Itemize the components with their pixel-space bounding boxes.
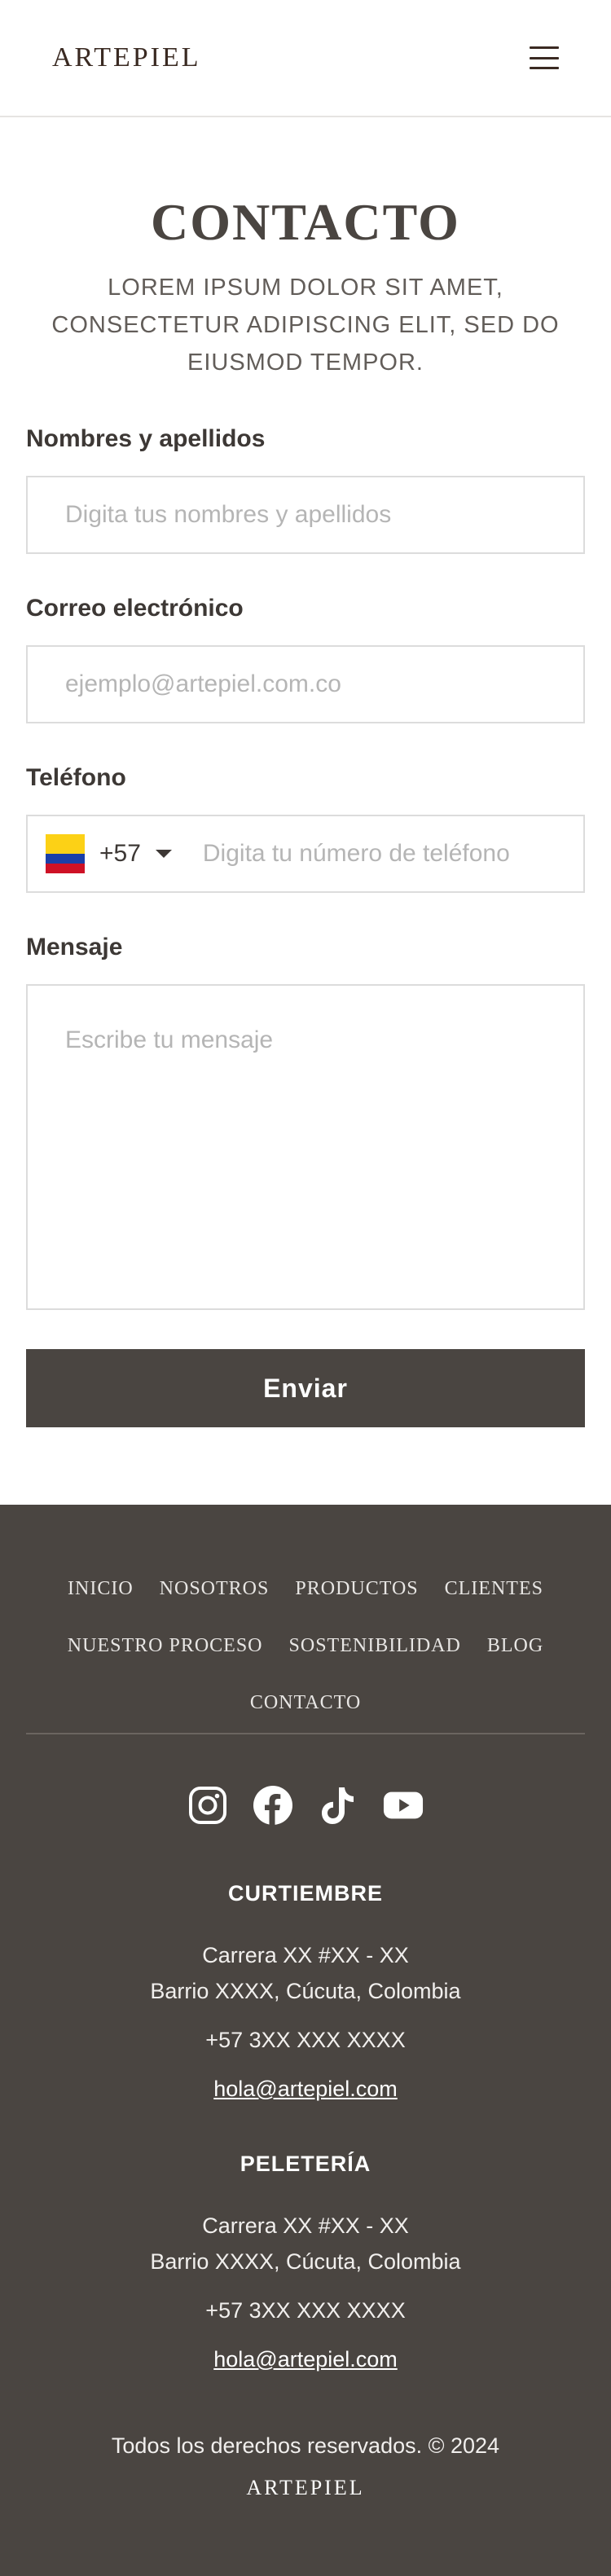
peleteria-title: PELETERÍA	[240, 2152, 371, 2176]
phone-input[interactable]: Digita tu número de teléfono	[203, 840, 510, 868]
site-header: ARTEPIEL	[0, 0, 611, 117]
menu-bar-bottom	[530, 67, 559, 69]
footer-logo[interactable]: ARTEPIEL	[0, 2476, 611, 2500]
name-label: Nombres y apellidos	[26, 425, 266, 452]
email-placeholder: ejemplo@artepiel.com.co	[65, 670, 341, 697]
curtiembre-phone: +57 3XX XXX XXXX	[205, 2028, 406, 2052]
curtiembre-title: CURTIEMBRE	[228, 1881, 383, 1906]
curtiembre-address-line2: Barrio XXXX, Cúcuta, Colombia	[150, 1979, 461, 2003]
chevron-down-icon[interactable]	[155, 850, 172, 858]
footer-nav-sostenibilidad[interactable]: SOSTENIBILIDAD	[289, 1632, 461, 1659]
email-label: Correo electrónico	[26, 595, 244, 622]
peleteria-email-link[interactable]: hola@artepiel.com	[213, 2347, 398, 2372]
copyright-text: Todos los derechos reservados. © 2024	[111, 2433, 500, 2458]
footer-nav-nuestro-proceso[interactable]: NUESTRO PROCESO	[68, 1632, 263, 1659]
page-subtitle: LOREM IPSUM DOLOR SIT AMET, CONSECTETUR …	[51, 275, 560, 376]
submit-button[interactable]: Enviar	[26, 1349, 585, 1427]
name-input[interactable]: Digita tus nombres y apellidos	[26, 476, 585, 554]
site-footer: INICIO NOSOTROS PRODUCTOS CLIENTES NUEST…	[0, 1505, 611, 2576]
footer-nav-productos[interactable]: PRODUCTOS	[295, 1575, 418, 1602]
message-label: Mensaje	[26, 934, 123, 961]
curtiembre-address-line1: Carrera XX #XX - XX	[202, 1943, 409, 1967]
message-textarea[interactable]: Escribe tu mensaje	[26, 984, 585, 1310]
name-placeholder: Digita tus nombres y apellidos	[65, 501, 392, 528]
footer-nav: INICIO NOSOTROS PRODUCTOS CLIENTES NUEST…	[26, 1575, 585, 1717]
curtiembre-email-link[interactable]: hola@artepiel.com	[213, 2077, 398, 2101]
message-placeholder: Escribe tu mensaje	[65, 1026, 274, 1053]
footer-divider	[26, 1733, 585, 1734]
brand-logo[interactable]: ARTEPIEL	[52, 42, 201, 73]
colombia-flag-icon[interactable]	[46, 834, 85, 873]
peleteria-address-line1: Carrera XX #XX - XX	[202, 2213, 409, 2238]
peleteria-email-row: hola@artepiel.com	[0, 2347, 611, 2372]
peleteria-address-line2: Barrio XXXX, Cúcuta, Colombia	[150, 2249, 461, 2274]
instagram-icon[interactable]	[187, 1785, 228, 1826]
email-input[interactable]: ejemplo@artepiel.com.co	[26, 645, 585, 723]
page-title: CONTACTO	[151, 193, 460, 251]
menu-bar-top	[530, 46, 559, 49]
youtube-icon[interactable]	[383, 1785, 424, 1826]
facebook-icon[interactable]	[253, 1785, 293, 1826]
menu-bar-middle	[530, 56, 559, 59]
country-code-select[interactable]: +57	[99, 840, 141, 868]
social-links	[0, 1785, 611, 1826]
footer-nav-inicio[interactable]: INICIO	[68, 1575, 134, 1602]
footer-nav-contacto[interactable]: CONTACTO	[250, 1689, 361, 1717]
phone-field: +57 Digita tu número de teléfono	[26, 815, 585, 893]
footer-nav-nosotros[interactable]: NOSOTROS	[160, 1575, 270, 1602]
phone-label: Teléfono	[26, 764, 126, 791]
curtiembre-email-row: hola@artepiel.com	[0, 2077, 611, 2102]
peleteria-phone: +57 3XX XXX XXXX	[205, 2298, 406, 2323]
hamburger-menu-icon[interactable]	[530, 46, 559, 69]
footer-nav-blog[interactable]: BLOG	[487, 1632, 543, 1659]
footer-nav-clientes[interactable]: CLIENTES	[445, 1575, 543, 1602]
tiktok-icon[interactable]	[318, 1785, 358, 1826]
